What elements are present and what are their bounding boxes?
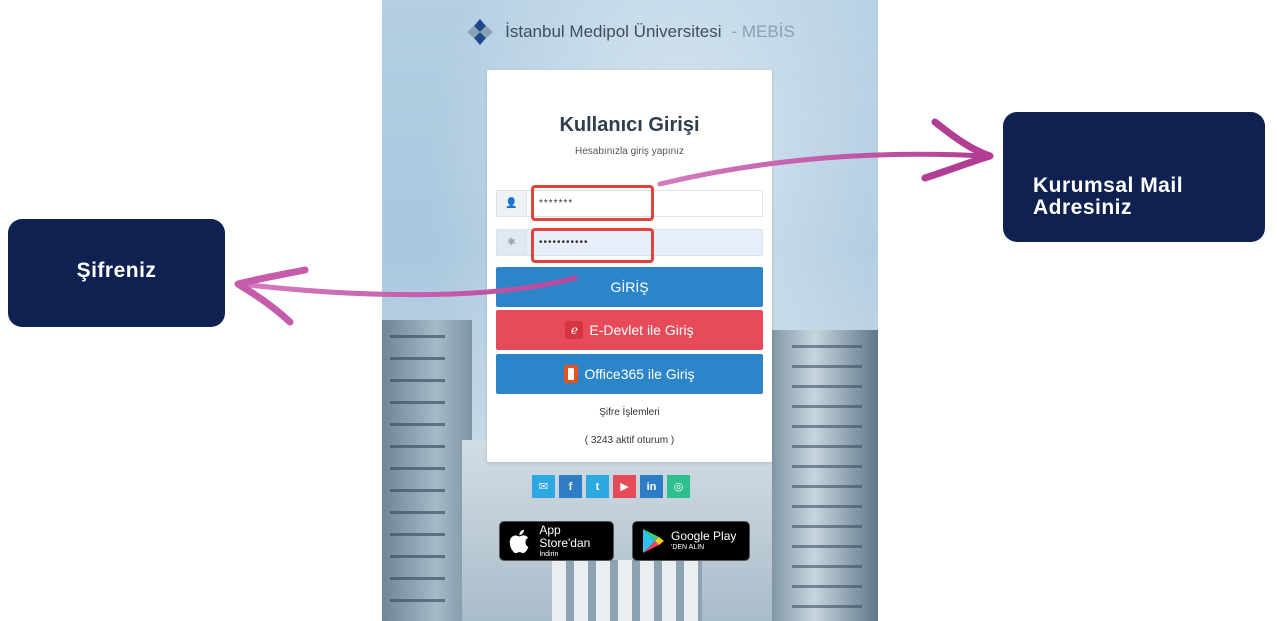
edevlet-button-label: E-Devlet ile Giriş xyxy=(589,322,694,338)
apple-icon xyxy=(509,529,529,554)
password-callout: Şifreniz xyxy=(8,219,225,327)
asterisk-icon: ✱ xyxy=(497,230,527,255)
app-store-sublabel: İndirin xyxy=(539,550,559,558)
login-title: Kullanıcı Girişi xyxy=(559,114,700,136)
social-links: ✉ f t ▶ in ◎ xyxy=(532,475,690,498)
app-store-label: App Store'dan xyxy=(539,522,591,550)
twitter-icon[interactable]: t xyxy=(586,475,609,498)
login-button[interactable]: GİRİŞ xyxy=(496,267,763,307)
building-right-windows xyxy=(792,345,862,615)
active-sessions-count: ( 3243 aktif oturum ) xyxy=(584,435,675,446)
youtube-icon[interactable]: ▶ xyxy=(613,475,636,498)
app-store-badge[interactable]: App Store'dan İndirin xyxy=(499,521,614,561)
header-suffix: - MEBİS xyxy=(731,22,795,41)
username-highlight xyxy=(531,185,654,221)
office365-login-button[interactable]: Office365 ile Giriş xyxy=(496,354,763,394)
password-operations-link[interactable]: Şifre İşlemleri xyxy=(487,407,772,418)
login-button-label: GİRİŞ xyxy=(610,279,649,295)
password-callout-text: Şifreniz xyxy=(76,259,157,282)
mail-icon[interactable]: ✉ xyxy=(532,475,555,498)
google-play-sublabel: 'DEN ALIN xyxy=(671,544,705,551)
login-screenshot: İstanbul Medipol Üniversitesi - MEBİS Ku… xyxy=(382,0,878,621)
office365-icon xyxy=(564,365,579,383)
google-play-badge[interactable]: Google Play 'DEN ALIN xyxy=(632,521,750,561)
mail-callout-text: Kurumsal Mail Adresiniz xyxy=(1033,175,1183,219)
mail-callout-line1: Kurumsal Mail xyxy=(1033,174,1184,197)
building-left-windows xyxy=(390,335,445,615)
office365-button-label: Office365 ile Giriş xyxy=(584,366,695,382)
login-subtitle: Hesabınızla giriş yapınız xyxy=(575,146,684,157)
building-center-columns xyxy=(552,560,702,621)
linkedin-icon[interactable]: in xyxy=(640,475,663,498)
mail-callout-line2: Adresiniz xyxy=(1033,196,1133,219)
password-highlight xyxy=(531,228,654,263)
mail-address-callout: Kurumsal Mail Adresiniz xyxy=(1003,112,1265,242)
google-play-icon xyxy=(643,529,664,553)
user-icon: 👤 xyxy=(497,191,527,216)
edevlet-login-button[interactable]: e E-Devlet ile Giriş xyxy=(496,310,763,350)
facebook-icon[interactable]: f xyxy=(559,475,582,498)
header-title: İstanbul Medipol Üniversitesi xyxy=(505,22,722,41)
login-card: Kullanıcı Girişi Hesabınızla giriş yapın… xyxy=(487,70,772,462)
instagram-icon[interactable]: ◎ xyxy=(667,475,690,498)
edevlet-icon: e xyxy=(565,321,584,339)
university-logo-icon xyxy=(467,19,494,45)
google-play-label: Google Play xyxy=(671,529,737,543)
site-header: İstanbul Medipol Üniversitesi - MEBİS xyxy=(382,14,878,50)
